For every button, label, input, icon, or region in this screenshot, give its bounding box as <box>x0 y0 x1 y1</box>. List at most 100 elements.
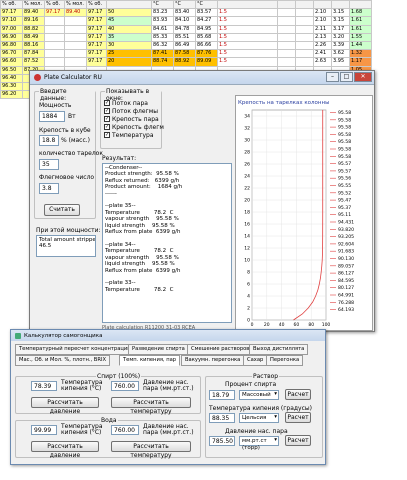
table-cell[interactable]: 97.17 <box>86 40 107 51</box>
table-cell[interactable]: 25 <box>106 49 152 59</box>
column-header[interactable]: % мол. <box>64 0 87 10</box>
close-icon[interactable]: ✕ <box>354 72 372 82</box>
tab-tabs2-3[interactable]: Сахар <box>243 355 268 366</box>
table-cell[interactable]: 2.10 <box>313 8 332 18</box>
table-cell[interactable]: 97.17 <box>86 24 107 34</box>
plates-input[interactable]: 35 <box>39 159 59 170</box>
table-cell[interactable]: 97.17 <box>44 8 65 18</box>
table-cell[interactable]: 2.13 <box>313 32 332 42</box>
column-header[interactable] <box>295 0 314 10</box>
table-cell[interactable]: 89.16 <box>22 16 45 26</box>
spirit-calc-temp-button[interactable]: Рассчитать температуру <box>111 397 191 415</box>
table-cell[interactable] <box>295 32 314 42</box>
spirit-temp-input[interactable]: 78.39 <box>31 381 57 391</box>
column-header[interactable] <box>313 0 332 10</box>
table-cell[interactable]: 20 <box>106 57 152 67</box>
table-cell[interactable] <box>277 16 296 26</box>
tab-tabs1-2[interactable]: Смешение растворов <box>187 344 254 355</box>
pressure-calc-button[interactable]: Расчет <box>285 435 311 446</box>
result-textbox[interactable]: --Condenser-- Product strength: 95.58 % … <box>102 163 232 323</box>
table-cell[interactable] <box>295 40 314 51</box>
table-cell[interactable]: 87.84 <box>22 49 45 59</box>
tab-tabs1-1[interactable]: Разведение спирта <box>128 344 189 355</box>
table-cell[interactable] <box>44 32 65 42</box>
tab-tabs2-0[interactable]: Мас., Об. и Мол. %, плотн., BRIX <box>15 355 111 366</box>
table-cell[interactable] <box>44 16 65 26</box>
table-cell[interactable]: 96.80 <box>0 40 23 51</box>
table-cell[interactable]: 1.61 <box>349 16 372 26</box>
table-cell[interactable]: 85.33 <box>151 32 174 42</box>
table-cell[interactable] <box>64 40 87 51</box>
table-cell[interactable]: 30 <box>106 40 152 51</box>
table-cell[interactable]: 1.5 <box>217 40 278 51</box>
table-cell[interactable]: 1.5 <box>217 16 278 26</box>
table-cell[interactable] <box>44 49 65 59</box>
table-cell[interactable]: 96.30 <box>0 81 23 92</box>
table-cell[interactable] <box>295 8 314 18</box>
column-header[interactable]: % мол. <box>22 0 45 10</box>
show-checkbox-0[interactable]: ✓ Поток пара <box>104 99 164 107</box>
table-cell[interactable]: 1.17 <box>349 57 372 67</box>
table-cell[interactable] <box>295 57 314 67</box>
table-cell[interactable]: 96.20 <box>0 90 23 100</box>
table-cell[interactable]: 3.15 <box>331 8 350 18</box>
table-cell[interactable]: 85.51 <box>173 32 196 42</box>
water-temp-input[interactable]: 99.99 <box>31 425 57 435</box>
table-cell[interactable]: 97.17 <box>86 49 107 59</box>
table-cell[interactable] <box>64 24 87 34</box>
table-cell[interactable]: 3.20 <box>331 32 350 42</box>
show-checkbox-3[interactable]: ✓ Крепость флегм <box>104 123 164 131</box>
column-header[interactable]: % об. <box>86 0 107 10</box>
sat-pressure-input[interactable]: 785.50 <box>209 436 235 446</box>
checkbox-icon[interactable]: ✓ <box>104 132 110 138</box>
stripped-output[interactable]: Total amount stripped: 46.5 <box>36 235 96 257</box>
column-header[interactable]: % об. <box>44 0 65 10</box>
tab-tabs1-0[interactable]: Температурный пересчет концентрации <box>15 344 135 355</box>
column-header[interactable] <box>106 0 152 10</box>
column-header[interactable] <box>349 0 372 10</box>
table-cell[interactable]: 87.41 <box>151 49 174 59</box>
table-cell[interactable]: 86.66 <box>195 40 218 51</box>
table-cell[interactable] <box>295 16 314 26</box>
table-cell[interactable]: 2.10 <box>313 16 332 26</box>
table-cell[interactable]: 97.17 <box>0 8 23 18</box>
table-cell[interactable] <box>277 8 296 18</box>
tab-tabs1-3[interactable]: Выход дистиллята <box>249 344 309 355</box>
table-cell[interactable]: 96.60 <box>0 57 23 67</box>
tab-tabs2-4[interactable]: Перегонка <box>266 355 304 366</box>
table-cell[interactable] <box>64 57 87 67</box>
table-cell[interactable]: 2.26 <box>313 40 332 51</box>
minimize-icon[interactable]: – <box>326 72 339 82</box>
table-cell[interactable]: 96.70 <box>0 49 23 59</box>
table-cell[interactable]: 3.15 <box>331 16 350 26</box>
table-cell[interactable]: 1.68 <box>349 8 372 18</box>
table-cell[interactable] <box>277 49 296 59</box>
table-cell[interactable]: 86.32 <box>151 40 174 51</box>
table-cell[interactable]: 87.76 <box>195 49 218 59</box>
table-cell[interactable]: 87.52 <box>22 57 45 67</box>
table-cell[interactable] <box>44 40 65 51</box>
checkbox-icon[interactable]: ✓ <box>104 100 110 106</box>
table-cell[interactable]: 1.55 <box>349 32 372 42</box>
table-cell[interactable]: 97.17 <box>86 32 107 42</box>
table-cell[interactable]: 40 <box>106 24 152 34</box>
tab-tabs2-1[interactable]: Темп. кипения, пар <box>119 355 181 366</box>
table-cell[interactable]: 88.82 <box>22 24 45 34</box>
table-cell[interactable] <box>295 24 314 34</box>
table-cell[interactable]: 3.17 <box>331 24 350 34</box>
table-cell[interactable] <box>295 49 314 59</box>
table-cell[interactable] <box>44 57 65 67</box>
table-cell[interactable]: 97.10 <box>0 16 23 26</box>
spirit-pressure-input[interactable]: 760.00 <box>111 381 139 391</box>
show-checkbox-2[interactable]: ✓ Крепость пара <box>104 115 164 123</box>
table-cell[interactable] <box>64 49 87 59</box>
table-cell[interactable]: 1.61 <box>349 24 372 34</box>
table-cell[interactable]: 84.95 <box>195 24 218 34</box>
column-header[interactable] <box>331 0 350 10</box>
table-cell[interactable]: 3.95 <box>331 57 350 67</box>
column-header[interactable]: % об. <box>0 0 23 10</box>
table-cell[interactable] <box>64 16 87 26</box>
strength-input[interactable]: 18.8 <box>39 135 59 146</box>
boil-unit-select[interactable]: Цельсия <box>239 413 279 423</box>
table-cell[interactable]: 1.32 <box>349 49 372 59</box>
